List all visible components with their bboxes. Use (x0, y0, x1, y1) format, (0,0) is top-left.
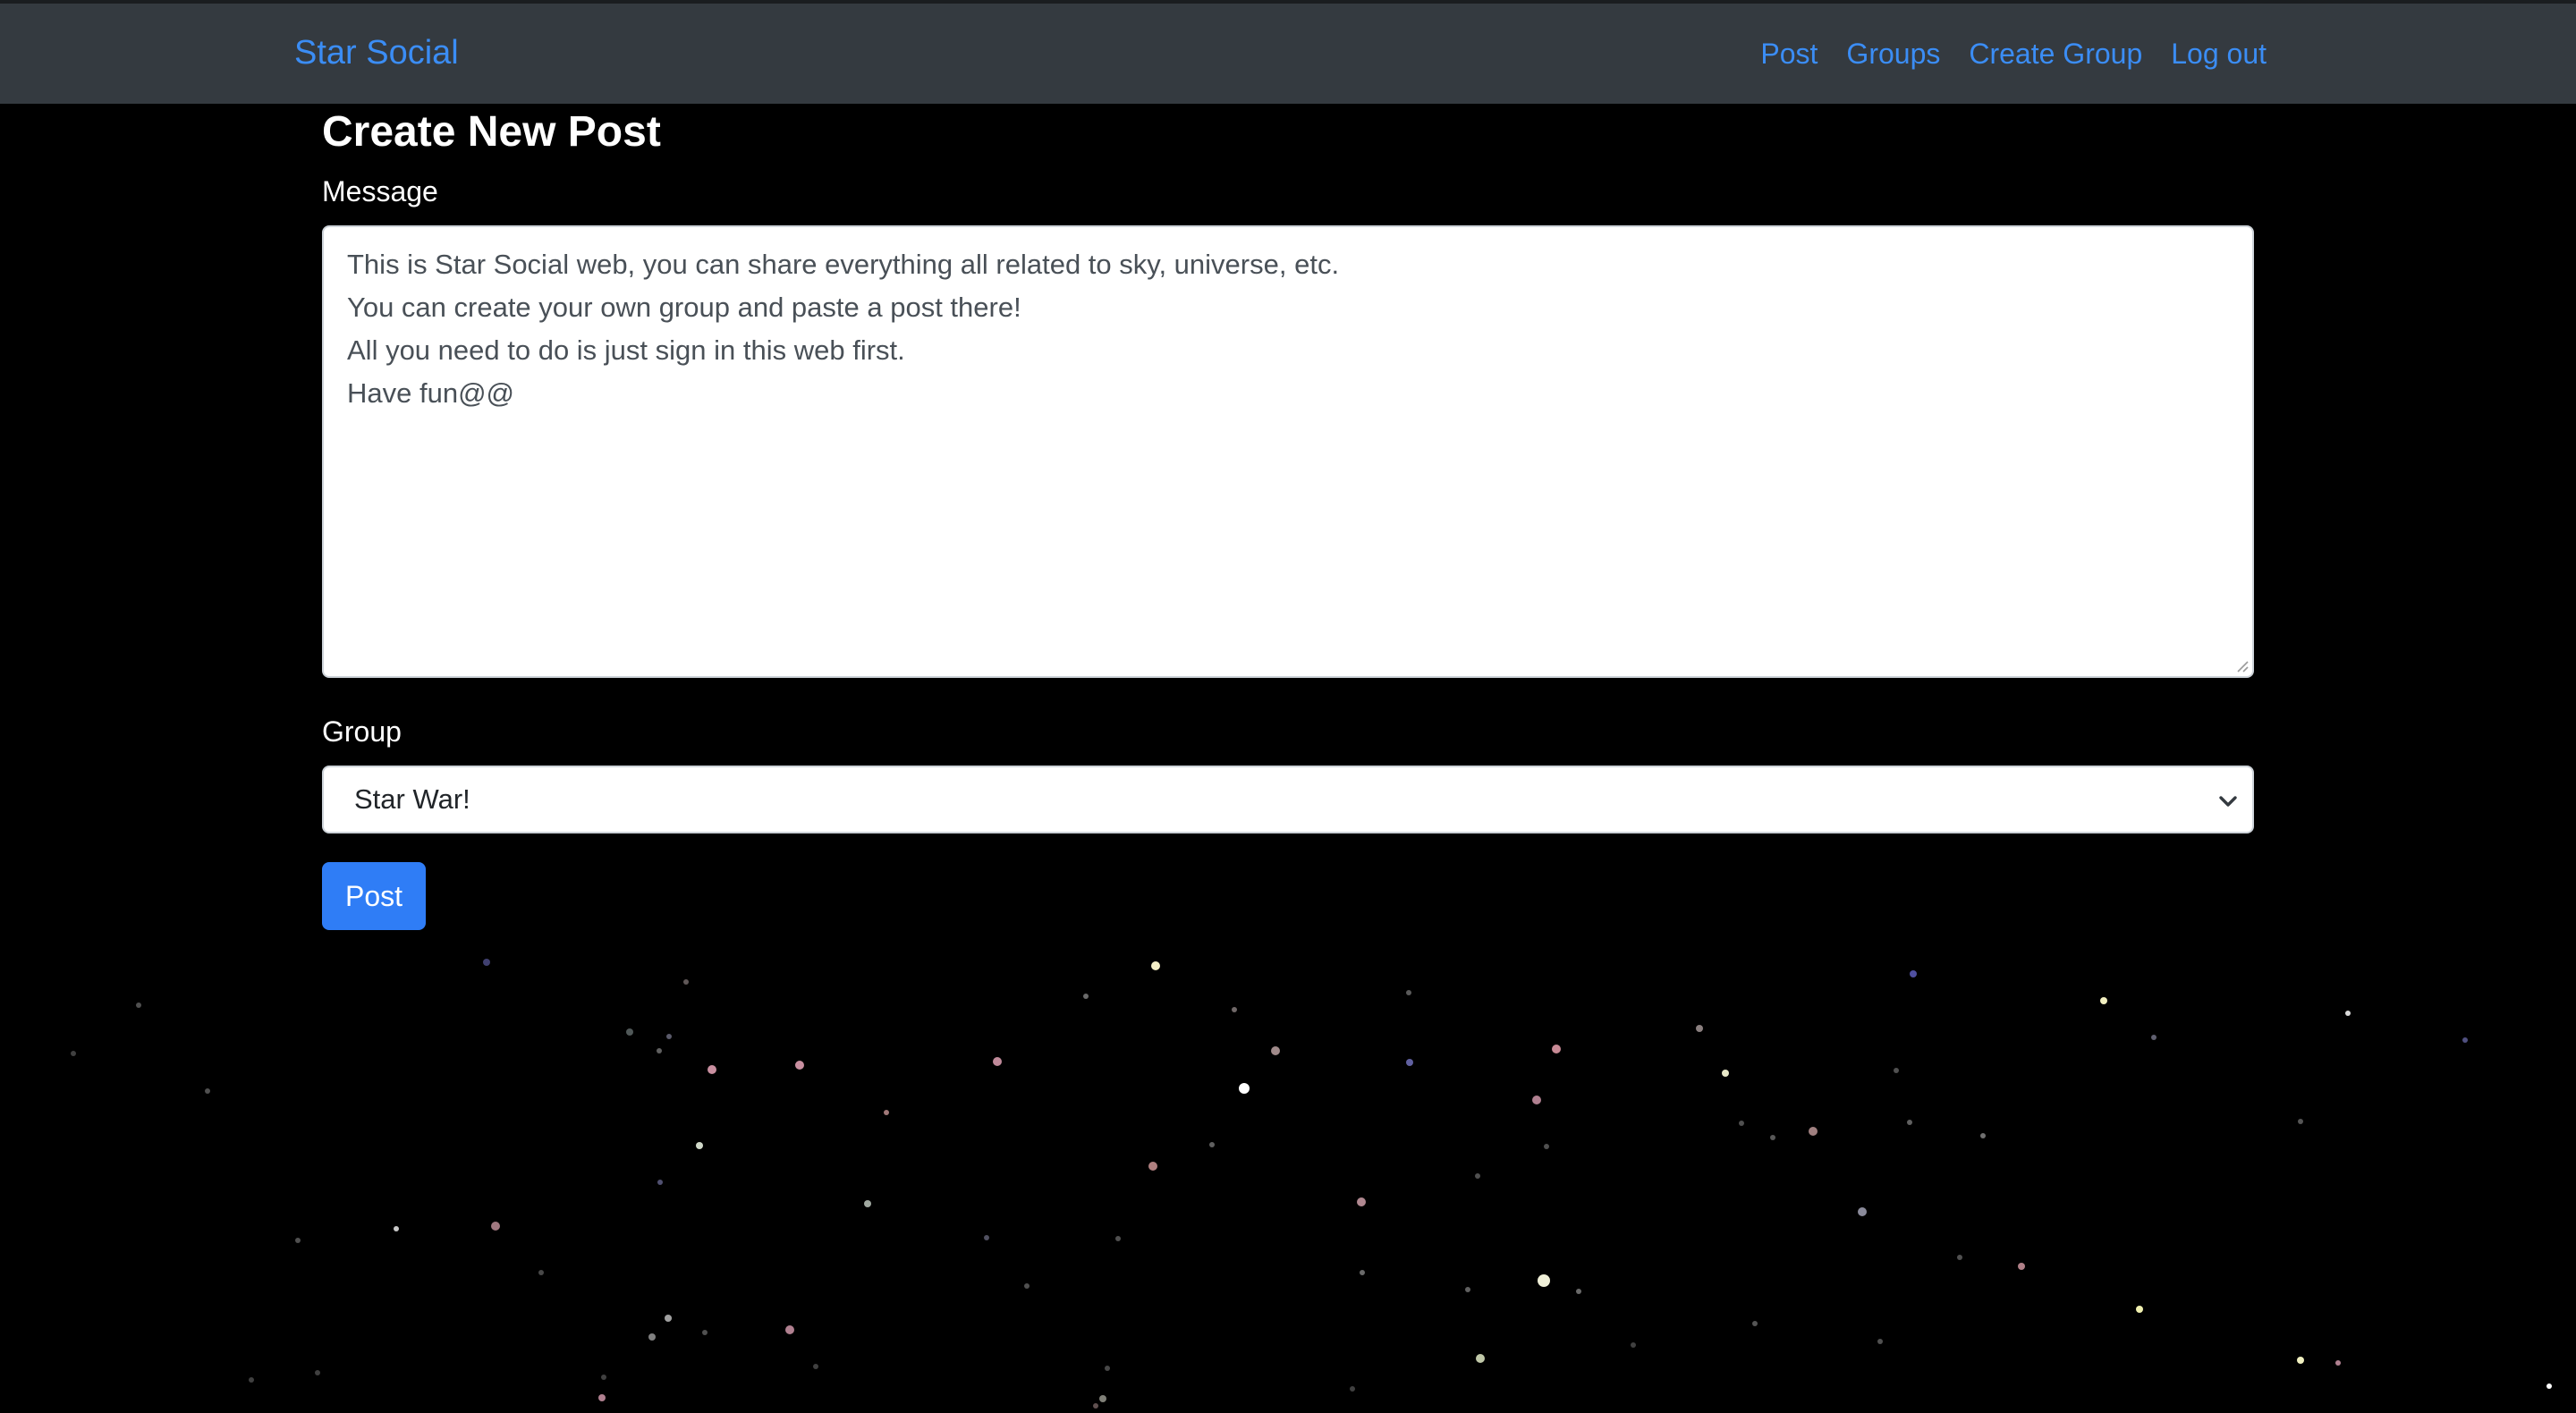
star-dot (1115, 1236, 1121, 1241)
star-dot (1696, 1025, 1703, 1032)
group-label: Group (322, 715, 402, 748)
star-dot (2018, 1263, 2025, 1270)
star-dot (1209, 1142, 1215, 1147)
page-title: Create New Post (322, 108, 661, 156)
star-dot (626, 1028, 633, 1036)
star-dot (71, 1051, 76, 1056)
starfield-background (71, 959, 2552, 1409)
star-dot (2136, 1306, 2143, 1313)
star-dot (648, 1333, 656, 1341)
page: Star Social Post Groups Create Group Log… (0, 0, 2576, 1413)
star-dot (1232, 1007, 1237, 1012)
star-dot (1465, 1287, 1470, 1292)
star-dot (1105, 1366, 1110, 1371)
star-dot (249, 1377, 254, 1383)
star-dot (1148, 1162, 1157, 1171)
nav-link-post[interactable]: Post (1760, 38, 1818, 71)
message-textarea[interactable]: This is Star Social web, you can share e… (324, 227, 2252, 676)
star-dot (1809, 1127, 1818, 1136)
star-dot (813, 1364, 818, 1369)
star-dot (1770, 1135, 1775, 1140)
star-dot (538, 1270, 544, 1275)
star-dot (2345, 1011, 2351, 1016)
nav-link-create-group[interactable]: Create Group (1969, 38, 2142, 71)
star-dot (1532, 1096, 1541, 1104)
star-dot (1957, 1255, 1962, 1260)
brand-link[interactable]: Star Social (294, 34, 459, 72)
star-dot (1024, 1283, 1030, 1289)
star-dot (993, 1057, 1002, 1066)
group-select-value: Star War! (354, 783, 470, 815)
star-dot (394, 1226, 399, 1231)
star-dot (2100, 997, 2107, 1004)
star-dot (1475, 1173, 1480, 1179)
star-dot (1099, 1395, 1106, 1402)
chevron-down-icon (2219, 796, 2237, 807)
message-field-wrapper: This is Star Social web, you can share e… (322, 225, 2254, 678)
star-dot (1271, 1046, 1280, 1055)
star-dot (666, 1316, 672, 1321)
nav-links: Post Groups Create Group Log out (1760, 38, 2267, 71)
star-dot (483, 959, 490, 966)
star-dot (1350, 1386, 1355, 1392)
star-dot (683, 979, 689, 985)
nav-link-log-out[interactable]: Log out (2171, 38, 2267, 71)
star-dot (1239, 1083, 1250, 1094)
star-dot (1544, 1144, 1549, 1149)
star-dot (1858, 1207, 1867, 1216)
star-dot (2151, 1035, 2157, 1040)
star-dot (1576, 1289, 1581, 1294)
star-dot (1360, 1270, 1365, 1275)
star-dot (984, 1235, 989, 1240)
star-dot (708, 1065, 716, 1074)
star-dot (1476, 1354, 1485, 1363)
star-dot (1631, 1342, 1636, 1348)
star-dot (1752, 1321, 1758, 1326)
star-dot (136, 1003, 141, 1008)
star-dot (2335, 1360, 2341, 1366)
star-dot (696, 1142, 703, 1149)
star-dot (295, 1238, 301, 1243)
star-dot (1357, 1197, 1366, 1206)
resize-grip-icon[interactable] (2233, 656, 2249, 673)
star-dot (1910, 970, 1917, 977)
star-dot (315, 1370, 320, 1375)
star-dot (864, 1200, 871, 1207)
star-dot (795, 1061, 804, 1070)
star-dot (491, 1222, 500, 1231)
star-dot (1722, 1070, 1729, 1077)
star-dot (1538, 1274, 1550, 1287)
star-dot (1894, 1068, 1899, 1073)
star-dot (1552, 1045, 1561, 1053)
star-dot (2298, 1119, 2303, 1124)
star-dot (666, 1034, 672, 1039)
message-label: Message (322, 175, 438, 207)
star-dot (598, 1394, 606, 1401)
star-dot (601, 1375, 606, 1380)
star-dot (1907, 1120, 1912, 1125)
star-dot (702, 1330, 708, 1335)
navbar: Star Social Post Groups Create Group Log… (0, 4, 2576, 104)
star-dot (1877, 1339, 1883, 1344)
star-dot (657, 1048, 662, 1053)
nav-link-groups[interactable]: Groups (1846, 38, 1940, 71)
star-dot (657, 1180, 663, 1185)
star-dot (1406, 1059, 1413, 1066)
star-dot (1083, 994, 1089, 999)
group-select[interactable]: Star War! (322, 766, 2254, 833)
star-dot (884, 1110, 889, 1115)
star-dot (205, 1088, 210, 1094)
star-dot (1093, 1403, 1098, 1409)
star-dot (1151, 961, 1160, 970)
star-dot (2546, 1383, 2552, 1389)
star-dot (2462, 1037, 2468, 1043)
star-dot (785, 1325, 794, 1334)
star-dot (2297, 1357, 2304, 1364)
post-submit-button[interactable]: Post (322, 862, 426, 930)
star-dot (1980, 1133, 1986, 1138)
star-dot (1739, 1121, 1744, 1126)
star-dot (1406, 990, 1411, 995)
